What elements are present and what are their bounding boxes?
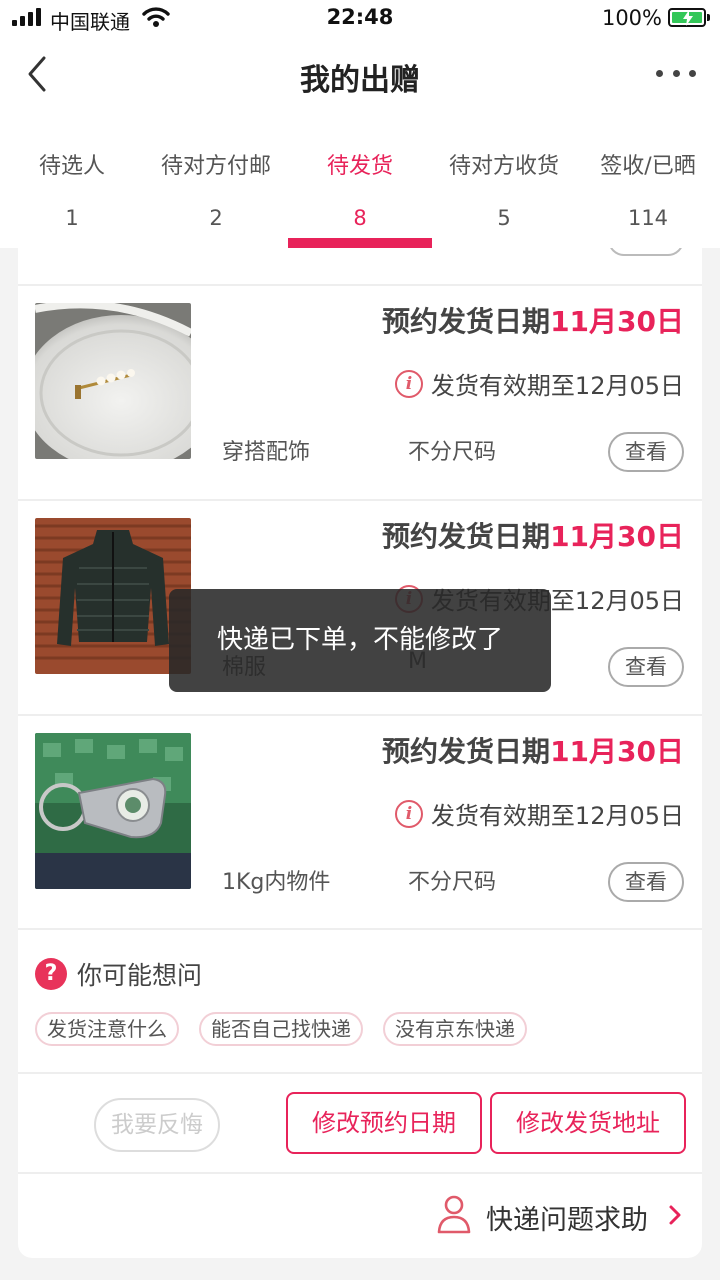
earring-photo [35,303,191,459]
chevron-right-icon [669,1205,681,1225]
nav-bar: 我的出赠 [0,38,720,110]
bottom-spacer [0,1258,720,1280]
status-tabs: 待选人 1 待对方付邮 2 待发货 8 待对方收货 5 签收/已晒 114 [0,110,720,248]
tab-awaiting-receipt[interactable]: 待对方收货 5 [432,110,576,248]
faq-header: ? 你可能想问 [35,956,202,992]
tab-label: 待发货 [326,154,393,179]
tab-count: 114 [627,206,669,230]
date-value: 11月30日 [550,305,684,338]
toast-message: 快递已下单，不能修改了 [169,589,551,692]
modify-address-button[interactable]: 修改发货地址 [490,1092,686,1154]
item-size: 不分尺码 [408,440,497,465]
tab-label: 待对方收货 [448,154,559,179]
nail-clipper-photo [35,733,191,889]
shipment-card: 预约发货日期11月30日 i发货有效期至12月05日 穿搭配饰 不分尺码 查看 [18,248,702,1258]
view-button-partial[interactable] [608,248,684,256]
battery-icon [668,8,710,27]
ship-deadline: i发货有效期至12月05日 [394,796,684,831]
tab-count: 1 [65,206,79,230]
active-tab-indicator [288,238,432,248]
tab-awaiting-postage[interactable]: 待对方付邮 2 [144,110,288,248]
status-bar: 中国联通 22:48 100% [0,0,720,38]
faq-title: 你可能想问 [77,961,203,990]
question-icon: ? [35,958,67,990]
info-icon: i [394,369,423,398]
faq-tag[interactable]: 没有京东快递 [383,1012,527,1046]
tab-awaiting-selection[interactable]: 待选人 1 [0,110,144,248]
scheduled-ship-date: 预约发货日期11月30日 [382,520,684,553]
list-item[interactable]: 预约发货日期11月30日 i 发货有效期至12月05日 1Kg内物件 不分尺码 查… [18,714,702,929]
modify-date-button[interactable]: 修改预约日期 [286,1092,482,1154]
more-options-icon[interactable] [656,58,696,88]
list-item[interactable]: 预约发货日期11月30日 i 发货有效期至12月05日 穿搭配饰 不分尺码 查看 [18,284,702,499]
regret-button[interactable]: 我要反悔 [94,1098,220,1152]
view-button[interactable]: 查看 [608,862,684,902]
faq-tags: 发货注意什么 能否自己找快递 没有京东快递 [35,1012,547,1046]
date-value: 11月30日 [550,735,684,768]
date-value: 11月30日 [550,520,684,553]
jacket-photo [35,518,191,674]
action-row: 我要反悔 修改预约日期 修改发货地址 [18,1072,702,1172]
faq-tag[interactable]: 能否自己找快递 [199,1012,363,1046]
tab-awaiting-shipment[interactable]: 待发货 8 [288,110,432,248]
scheduled-ship-date: 预约发货日期11月30日 [382,305,684,338]
tab-count: 8 [353,206,367,230]
item-category: 1Kg内物件 [222,870,331,895]
tab-count: 2 [209,206,223,230]
ship-deadline: i发货有效期至12月05日 [394,366,684,401]
tab-label: 待对方付邮 [160,154,271,179]
item-category: 穿搭配饰 [222,440,311,465]
tab-label: 待选人 [38,154,105,179]
courier-help-label: 快递问题求助 [486,1205,648,1236]
tab-label: 签收/已晒 [600,154,696,179]
info-icon: i [394,799,423,828]
faq-tag[interactable]: 发货注意什么 [35,1012,179,1046]
faq-section: ? 你可能想问 发货注意什么 能否自己找快递 没有京东快递 [18,928,702,1072]
tab-count: 5 [497,206,511,230]
view-button[interactable]: 查看 [608,432,684,472]
item-size: 不分尺码 [408,870,497,895]
courier-help-row[interactable]: 快递问题求助 [18,1172,702,1258]
person-icon [437,1195,471,1234]
scheduled-ship-date: 预约发货日期11月30日 [382,735,684,768]
tab-received[interactable]: 签收/已晒 114 [576,110,720,248]
view-button[interactable]: 查看 [608,647,684,687]
page-title: 我的出赠 [300,63,420,98]
battery-percent: 100% [601,6,662,30]
